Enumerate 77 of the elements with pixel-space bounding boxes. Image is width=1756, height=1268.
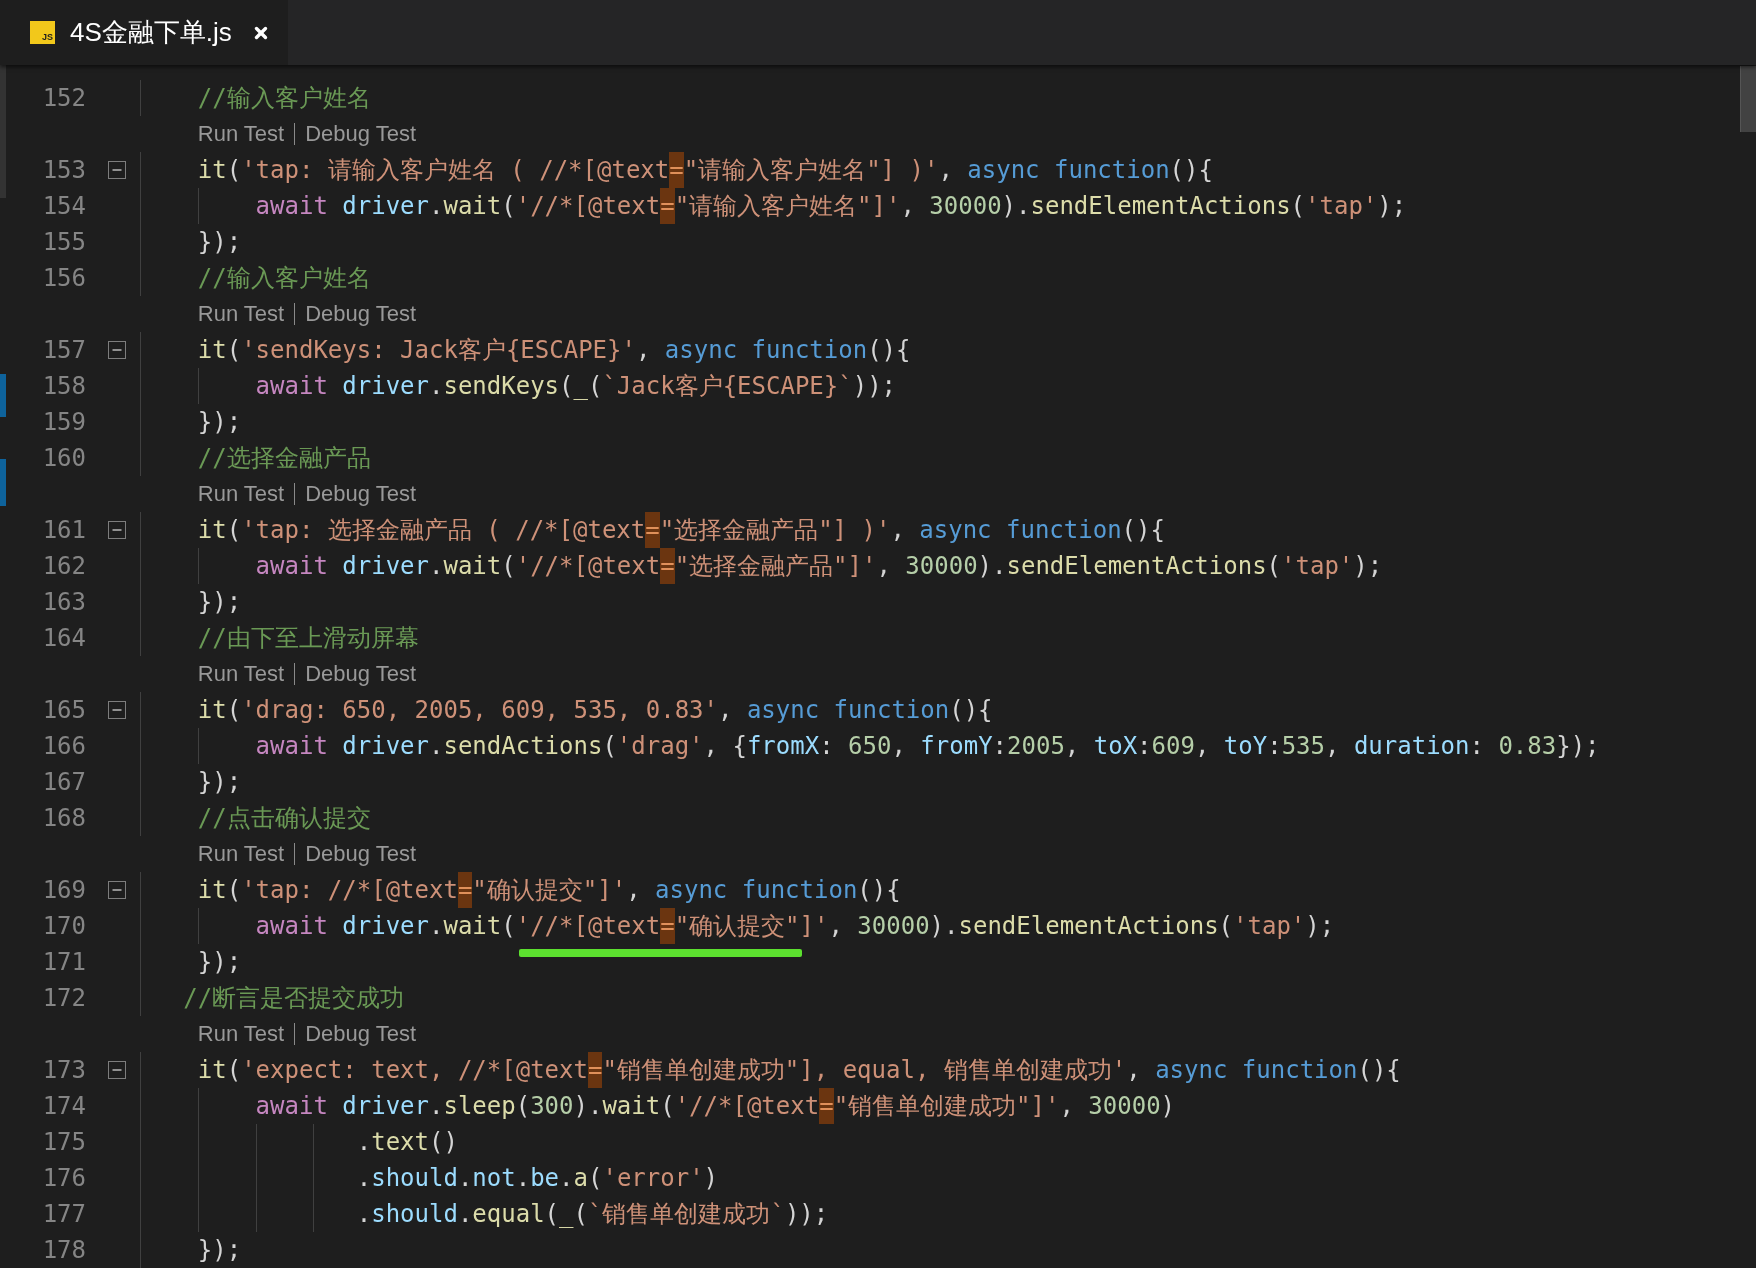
code-line: await driver.sleep(300).wait('//*[@text="销售单创建成功"]', 30000) [255,1088,1176,1124]
line-number: 156 [42,264,86,292]
code-line: //输入客户姓名 [197,263,371,294]
line-number: 162 [42,552,86,580]
collapse-icon[interactable] [108,341,126,359]
codelens-link[interactable]: Run Test [197,296,285,332]
editor-tab[interactable]: JS 4S金融下单.js [0,0,288,65]
line-number: 163 [42,588,86,616]
code-line: .should.not.be.a('error') [356,1163,719,1194]
edge-marker [0,459,6,506]
line-number: 178 [42,1236,86,1264]
scrollbar-thumb[interactable] [1740,66,1756,132]
codelens-link[interactable]: Run Test [197,476,285,512]
collapse-icon[interactable] [108,1061,126,1079]
line-number: 175 [42,1128,86,1156]
code-line: await driver.wait('//*[@text="确认提交"]', 30000).sendElementActions('tap'); [255,908,1335,944]
line-number: 153 [42,156,86,184]
code-line: it('sendKeys: Jack客户{ESCAPE}', async function(){ [197,335,911,366]
code-line: it('tap: //*[@text="确认提交"]', async function(){ [197,872,901,908]
line-number: 154 [42,192,86,220]
code-line: //断言是否提交成功 [183,983,405,1014]
line-number: 159 [42,408,86,436]
collapse-icon[interactable] [108,521,126,539]
codelens-link[interactable]: Debug Test [305,296,417,332]
line-number: 176 [42,1164,86,1192]
code-line: }); [197,227,242,258]
collapse-icon[interactable] [108,881,126,899]
codelens-link[interactable]: Debug Test [305,656,417,692]
code-line: .text() [356,1127,458,1158]
code-line: await driver.wait('//*[@text="请输入客户姓名"]', 30000).sendElementActions('tap'); [255,188,1407,224]
codelens-link[interactable]: Debug Test [305,1016,417,1052]
edge-marker [0,374,6,417]
code-line: }); [197,407,242,438]
codelens-link[interactable]: Run Test [197,656,285,692]
file-type-icon: JS [30,21,55,44]
code-line: await driver.sendKeys(_(`Jack客户{ESCAPE}`)); [255,371,897,402]
line-number: 169 [42,876,86,904]
code-line: //选择金融产品 [197,443,371,474]
code-line: }); [197,587,242,618]
collapse-icon[interactable] [108,161,126,179]
code-line: .should.equal(_(`销售单创建成功`)); [356,1199,829,1230]
code-line: //点击确认提交 [197,803,371,834]
line-number: 173 [42,1056,86,1084]
codelens-link[interactable]: Debug Test [305,836,417,872]
code-line: }); [197,947,242,978]
code-line: //输入客户姓名 [197,83,371,114]
codelens-link[interactable]: Run Test [197,836,285,872]
code-line: it('drag: 650, 2005, 609, 535, 0.83', async function(){ [197,695,993,726]
line-number: 155 [42,228,86,256]
codelens-link[interactable]: Run Test [197,116,285,152]
line-number: 174 [42,1092,86,1120]
line-number: 168 [42,804,86,832]
line-number: 157 [42,336,86,364]
code-line: //由下至上滑动屏幕 [197,623,419,654]
line-number: 158 [42,372,86,400]
line-number: 172 [42,984,86,1012]
codelens-link[interactable]: Debug Test [305,476,417,512]
collapse-icon[interactable] [108,701,126,719]
code-line: it('tap: 选择金融产品 ( //*[@text="选择金融产品"] )', async function(){ [197,512,1165,548]
codelens-link[interactable]: Debug Test [305,116,417,152]
line-number: 170 [42,912,86,940]
line-number: 164 [42,624,86,652]
line-number: 177 [42,1200,86,1228]
line-number: 161 [42,516,86,544]
line-number: 165 [42,696,86,724]
line-number: 160 [42,444,86,472]
line-number: 152 [42,84,86,112]
line-number: 167 [42,768,86,796]
line-number: 166 [42,732,86,760]
code-line: await driver.sendActions('drag', {fromX: 650, fromY:2005, toX:609, toY:535, duration: 0.83}); [255,731,1600,762]
codelens-link[interactable]: Run Test [197,1016,285,1052]
code-line: it('tap: 请输入客户姓名 ( //*[@text="请输入客户姓名"] )', async function(){ [197,152,1213,188]
code-line: await driver.wait('//*[@text="选择金融产品"]', 30000).sendElementActions('tap'); [255,548,1383,584]
code-line: it('expect: text, //*[@text="销售单创建成功"], equal, 销售单创建成功', async function(){ [197,1052,1401,1088]
code-line: }); [197,767,242,798]
line-number: 171 [42,948,86,976]
code-line: }); [197,1235,242,1266]
